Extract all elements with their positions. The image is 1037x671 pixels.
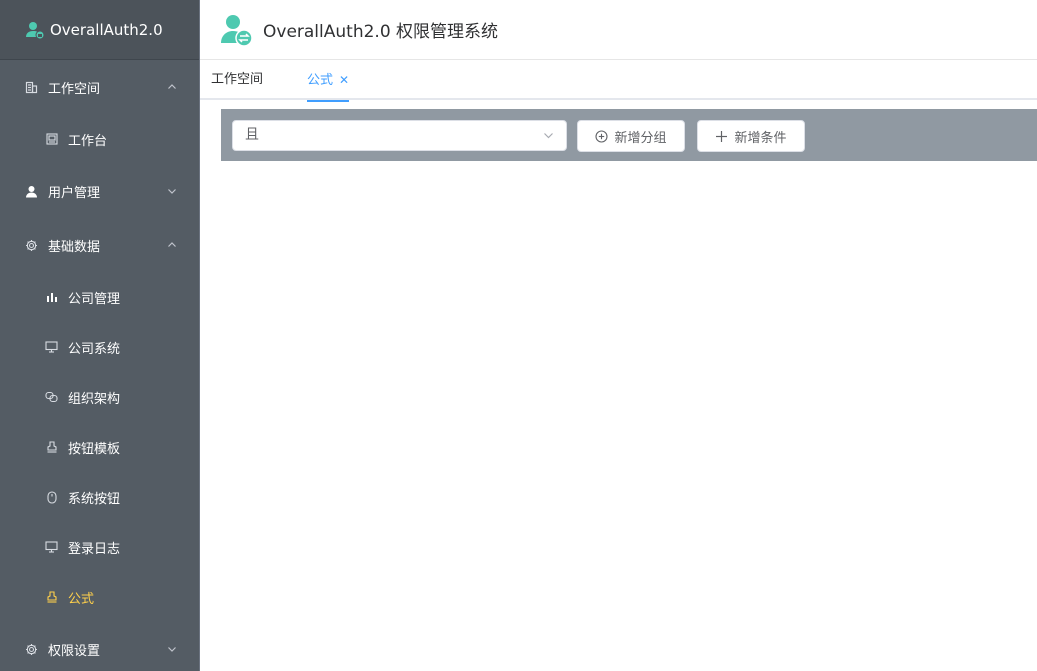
user-icon: [24, 184, 38, 198]
brand-title: OverallAuth2.0: [50, 20, 163, 39]
formula-toolbar: 且 新增分组 新增条件: [221, 109, 1037, 161]
menu-group-permissions[interactable]: 权限设置: [0, 622, 199, 671]
add-group-label: 新增分组: [614, 130, 667, 146]
close-icon[interactable]: ✕: [339, 73, 349, 87]
add-condition-button[interactable]: 新增条件: [697, 120, 805, 152]
menu-group-workspace[interactable]: 工作空间: [0, 60, 199, 114]
sidebar-item-system-button[interactable]: 系统按钮: [0, 472, 199, 522]
sidebar: OverallAuth2.0 工作空间 工作台 用户管理 基础数据 公司管理 公…: [0, 0, 200, 671]
gear-icon: [24, 238, 38, 252]
header: OverallAuth2.0 权限管理系统: [200, 0, 1037, 60]
connection-icon: [45, 391, 58, 404]
sidebar-item-label: 登录日志: [68, 541, 121, 557]
tab-bar: 工作空间 公式 ✕: [200, 60, 1037, 102]
chevron-down-icon: [167, 644, 177, 654]
user-exchange-icon: [220, 13, 254, 47]
plus-icon: [715, 130, 728, 143]
chevron-up-icon: [167, 82, 177, 92]
sidebar-item-formula[interactable]: 公式: [0, 572, 199, 622]
sidebar-item-company-system[interactable]: 公司系统: [0, 322, 199, 372]
chevron-down-icon: [543, 130, 554, 141]
sidebar-item-label: 系统按钮: [68, 491, 121, 507]
menu-group-label: 用户管理: [48, 185, 101, 201]
monitor-icon: [45, 541, 58, 554]
monitor-icon: [45, 341, 58, 354]
sidebar-item-label: 公式: [68, 591, 95, 607]
sidebar-item-company[interactable]: 公司管理: [0, 272, 199, 322]
picture-icon: [45, 133, 58, 146]
sidebar-item-label: 工作台: [68, 133, 108, 149]
logic-select[interactable]: 且: [232, 120, 567, 151]
chevron-down-icon: [167, 186, 177, 196]
user-lock-icon: [25, 20, 45, 40]
bar-chart-icon: [45, 291, 58, 304]
sidebar-item-org[interactable]: 组织架构: [0, 372, 199, 422]
tab-label: 公式: [307, 73, 334, 88]
sidebar-item-label: 组织架构: [68, 391, 121, 407]
mouse-icon: [45, 490, 58, 504]
stamp-icon: [45, 591, 58, 604]
menu-group-label: 工作空间: [48, 81, 101, 97]
tab-formula[interactable]: 公式 ✕: [307, 60, 350, 102]
menu-group-basic-data[interactable]: 基础数据: [0, 218, 199, 272]
sidebar-item-label: 按钮模板: [68, 441, 121, 457]
stamp-icon: [45, 441, 58, 454]
gear-icon: [24, 642, 38, 656]
chevron-up-icon: [167, 240, 177, 250]
sidebar-item-label: 公司管理: [68, 291, 121, 307]
tab-label: 工作空间: [211, 72, 264, 87]
menu-group-label: 基础数据: [48, 239, 101, 255]
sidebar-item-button-template[interactable]: 按钮模板: [0, 422, 199, 472]
sidebar-item-workbench[interactable]: 工作台: [0, 114, 199, 164]
page-title: OverallAuth2.0 权限管理系统: [263, 22, 499, 42]
building-icon: [24, 80, 38, 94]
menu-group-users[interactable]: 用户管理: [0, 164, 199, 218]
add-condition-label: 新增条件: [734, 130, 787, 146]
select-value: 且: [245, 127, 259, 143]
menu-group-label: 权限设置: [48, 643, 101, 659]
tab-workspace[interactable]: 工作空间: [211, 60, 263, 100]
brand[interactable]: OverallAuth2.0: [0, 0, 199, 60]
sidebar-item-label: 公司系统: [68, 341, 121, 357]
circle-plus-icon: [595, 129, 609, 143]
add-group-button[interactable]: 新增分组: [577, 120, 685, 152]
sidebar-item-login-log[interactable]: 登录日志: [0, 522, 199, 572]
